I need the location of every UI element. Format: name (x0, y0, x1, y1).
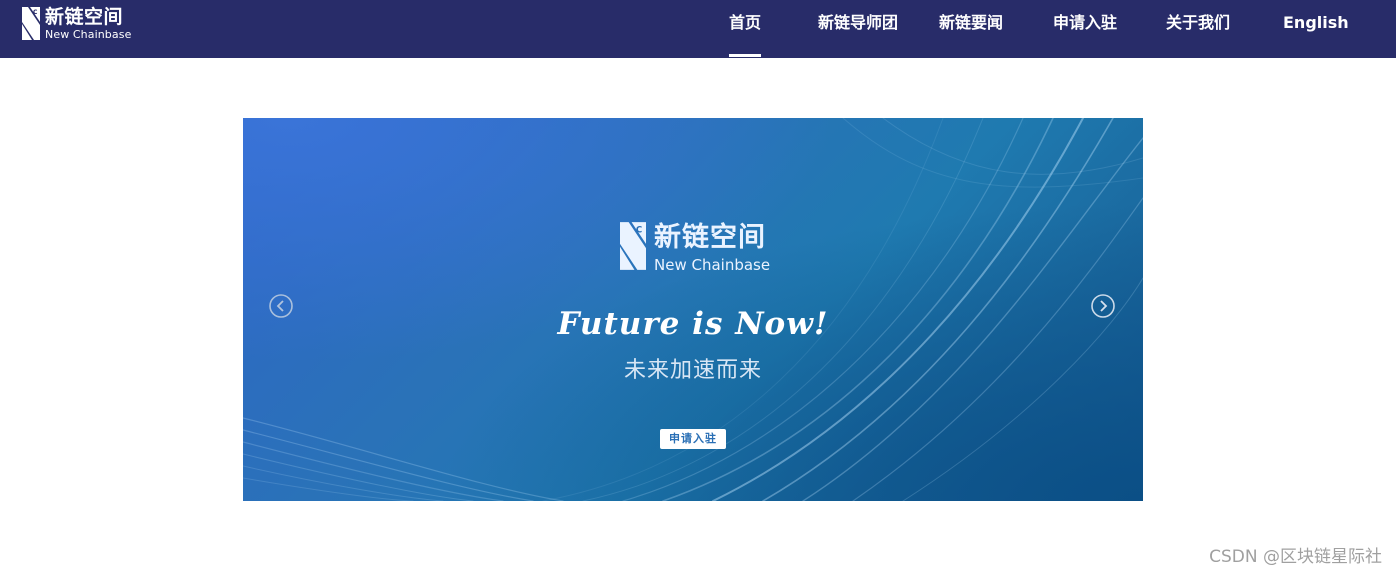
nav-item-apply[interactable]: 申请入驻 (1053, 12, 1117, 36)
top-nav-bar: C 新链空间 New Chainbase 首页 新链导师团 新链要闻 申请入驻 … (0, 0, 1396, 58)
banner-subtitle: 未来加速而来 (623, 358, 762, 383)
nav-item-english[interactable]: English (1283, 12, 1349, 36)
hero-carousel: C 新链空间 New Chainbase Future is Now! 未来加速… (243, 118, 1143, 501)
banner-logo-name-en: New Chainbase (654, 256, 771, 274)
apply-button[interactable]: 申请入驻 (660, 429, 726, 449)
nav-item-about[interactable]: 关于我们 (1166, 12, 1230, 36)
csdn-watermark: CSDN @区块链星际社 (1209, 547, 1382, 567)
logo-name-cn: 新链空间 (45, 6, 124, 28)
svg-text:C: C (33, 9, 38, 16)
banner-logo: C 新链空间 New Chainbase (620, 222, 770, 274)
banner-logo-name-cn: 新链空间 (654, 222, 766, 253)
site-logo[interactable]: C 新链空间 New Chainbase (22, 6, 131, 42)
chainbase-logo-icon: C (22, 7, 40, 40)
nav-item-mentors[interactable]: 新链导师团 (818, 12, 898, 36)
nav-item-news[interactable]: 新链要闻 (939, 12, 1003, 36)
chainbase-logo-icon: C (620, 222, 646, 270)
logo-name-en: New Chainbase (45, 28, 132, 41)
banner-slogan: Future is Now! (557, 306, 829, 342)
svg-text:C: C (636, 225, 642, 235)
nav-item-home[interactable]: 首页 (729, 12, 762, 57)
